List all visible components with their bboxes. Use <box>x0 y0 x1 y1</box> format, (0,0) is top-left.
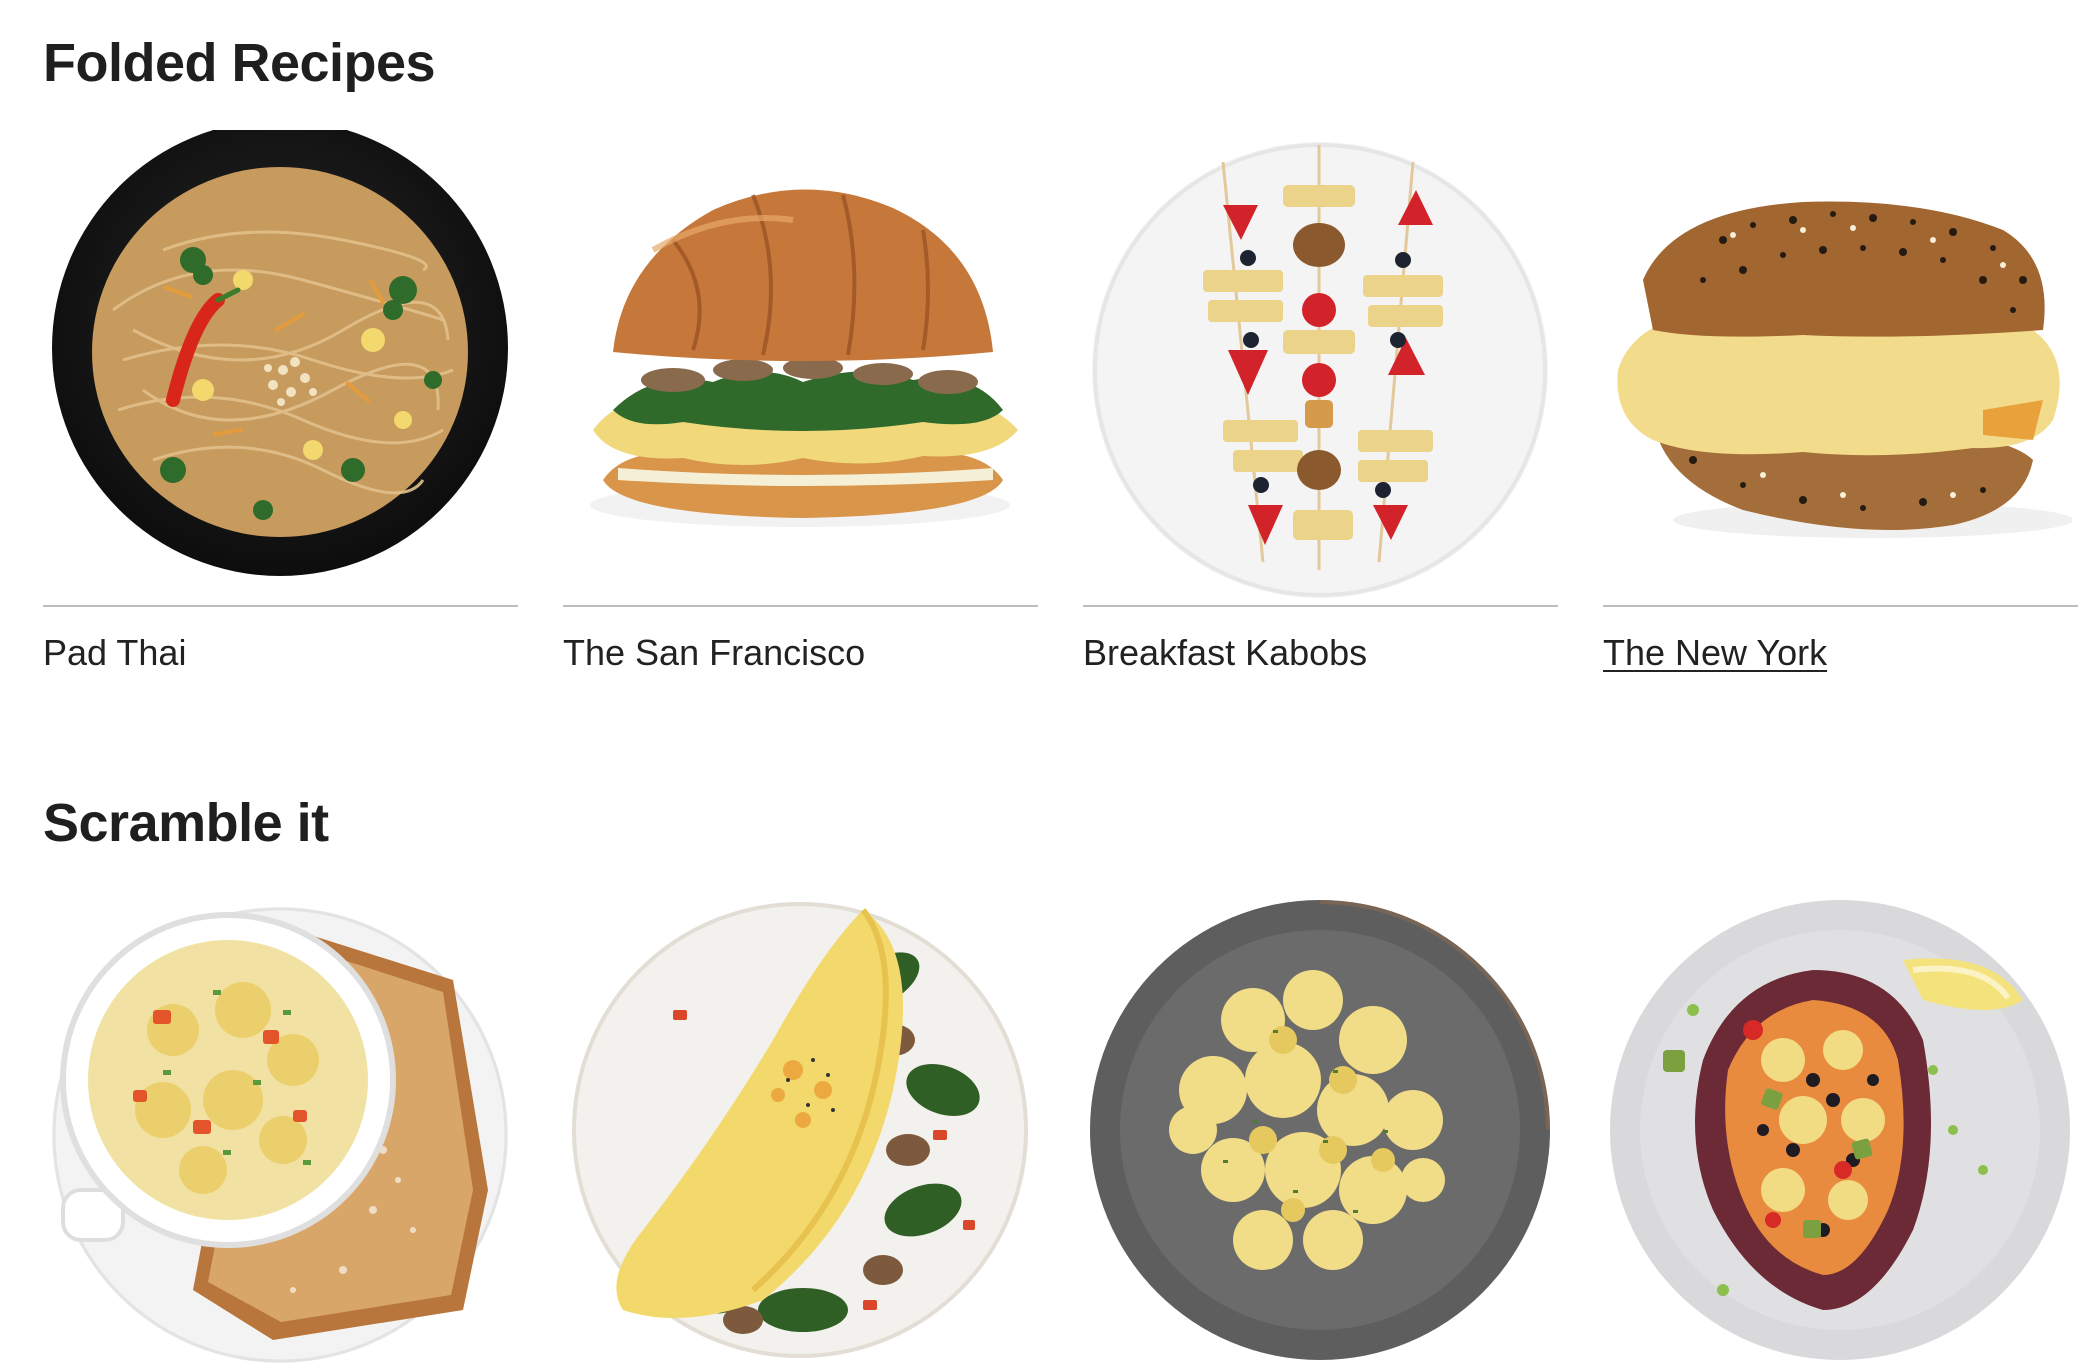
new-york-image[interactable] <box>1603 130 2078 605</box>
section-title-scramble-it: Scramble it <box>43 793 329 853</box>
folded-recipes-grid: Pad Thai The San Francisco Breakfast Kab… <box>43 130 2082 674</box>
recipe-link-the-new-york[interactable]: The New York <box>1603 631 2078 674</box>
card-divider <box>563 605 1038 607</box>
recipe-card-the-new-york[interactable]: The New York <box>1603 130 2078 674</box>
recipe-card-scrambled-eggs[interactable] <box>1083 890 1558 1368</box>
card-divider <box>43 605 518 607</box>
recipe-card-spinach-omelet[interactable] <box>563 890 1038 1368</box>
section-title-folded-recipes: Folded Recipes <box>43 33 436 93</box>
scrambled-eggs-image[interactable] <box>1083 890 1558 1368</box>
recipe-card-stuffed-sweet-potato[interactable] <box>1603 890 2078 1368</box>
card-divider <box>1603 605 2078 607</box>
recipe-card-the-san-francisco[interactable]: The San Francisco <box>563 130 1038 674</box>
breakfast-kabobs-image[interactable] <box>1083 130 1558 605</box>
pad-thai-image[interactable] <box>43 130 518 605</box>
recipe-card-pad-thai[interactable]: Pad Thai <box>43 130 518 674</box>
card-divider <box>1083 605 1558 607</box>
spinach-omelet-image[interactable] <box>563 890 1038 1368</box>
scramble-it-grid <box>43 890 2082 1368</box>
recipe-link-the-san-francisco[interactable]: The San Francisco <box>563 631 1038 674</box>
stuffed-sweet-potato-image[interactable] <box>1603 890 2078 1368</box>
recipe-link-pad-thai[interactable]: Pad Thai <box>43 631 518 674</box>
recipe-card-breakfast-kabobs[interactable]: Breakfast Kabobs <box>1083 130 1558 674</box>
recipe-link-breakfast-kabobs[interactable]: Breakfast Kabobs <box>1083 631 1558 674</box>
san-francisco-image[interactable] <box>563 130 1038 605</box>
mug-scramble-image[interactable] <box>43 890 518 1368</box>
recipe-card-mug-scramble[interactable] <box>43 890 518 1368</box>
